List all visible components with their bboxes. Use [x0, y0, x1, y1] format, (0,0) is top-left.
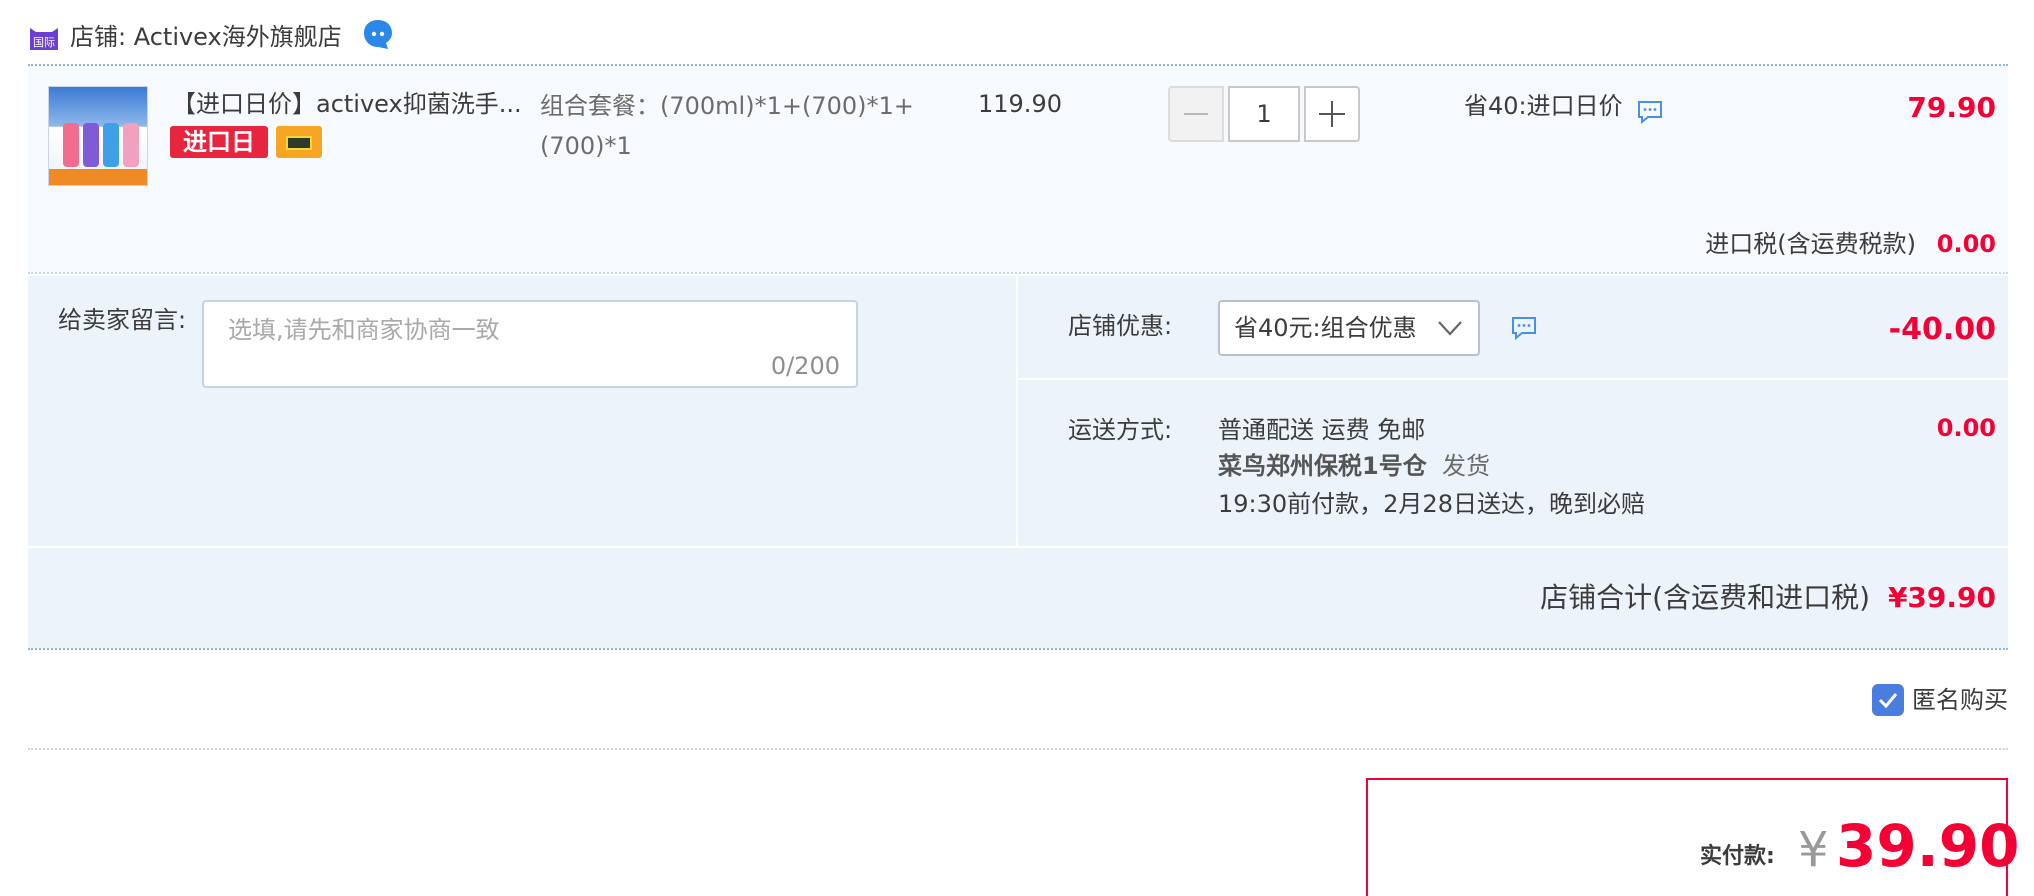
promotion-label: 省40:进口日价 — [1464, 92, 1623, 120]
quantity-decrease-button[interactable] — [1168, 86, 1224, 142]
credit-card-icon — [276, 126, 322, 158]
tmall-global-icon: 国际 — [30, 28, 58, 50]
wangwang-chat-icon[interactable] — [360, 16, 396, 52]
item-total-price: 79.90 — [1907, 91, 1996, 124]
shipping-method: 普通配送 运费 免邮 — [1218, 416, 1426, 444]
tmall-badge-text: 国际 — [33, 36, 55, 49]
import-tax-value: 0.00 — [1936, 230, 1996, 258]
shop-total-value: ¥39.90 — [1887, 581, 1996, 614]
payment-label: 实付款: — [1700, 844, 1775, 869]
payment-amount: 39.90 — [1836, 812, 2020, 880]
message-label: 给卖家留言: — [58, 306, 187, 334]
item-divider — [28, 272, 2008, 274]
import-tax-label: 进口税(含运费税款) — [1705, 230, 1916, 258]
shipping-warehouse-line: 菜鸟郑州保税1号仓 发货 — [1218, 448, 1490, 484]
shipping-promise: 19:30前付款，2月28日送达，晚到必赔 — [1218, 490, 1645, 518]
message-placeholder: 选填,请先和商家协商一致 — [228, 316, 500, 344]
quantity-input[interactable]: 1 — [1228, 86, 1300, 142]
product-thumbnail[interactable] — [48, 86, 148, 186]
anonymous-label[interactable]: 匿名购买 — [1912, 682, 2008, 718]
unit-price: 119.90 — [978, 90, 1062, 118]
shop-total-label: 店铺合计(含运费和进口税) — [1540, 581, 1870, 614]
shop-name[interactable]: 店铺: Activex海外旗舰店 — [70, 20, 342, 54]
payment-currency: ¥ — [1798, 822, 1829, 878]
product-title[interactable]: 【进口日价】activex抑菌洗手... — [172, 86, 522, 122]
coupon-info-icon[interactable] — [1510, 314, 1538, 342]
checkmark-icon — [1878, 693, 1898, 709]
chevron-down-icon[interactable] — [1436, 316, 1464, 340]
quantity-increase-button[interactable] — [1304, 86, 1360, 142]
message-char-count: 0/200 — [770, 352, 840, 380]
import-day-tag: 进口日 — [170, 126, 268, 158]
shipping-dispatch: 发货 — [1441, 452, 1490, 480]
total-divider — [28, 648, 2008, 650]
coupon-selected-value[interactable]: 省40元:组合优惠 — [1234, 310, 1417, 346]
product-sku: 组合套餐：(700ml)*1+(700)*1+(700)*1 — [540, 92, 914, 160]
coupon-label: 店铺优惠: — [1068, 312, 1173, 340]
coupon-amount: -40.00 — [1888, 312, 1996, 347]
promotion-info-icon[interactable] — [1636, 98, 1664, 126]
shipping-amount: 0.00 — [1936, 414, 1996, 442]
bottom-divider — [28, 748, 2008, 750]
shipping-label: 运送方式: — [1068, 416, 1173, 444]
anonymous-checkbox[interactable] — [1872, 684, 1904, 716]
shipping-warehouse: 菜鸟郑州保税1号仓 — [1218, 452, 1427, 480]
